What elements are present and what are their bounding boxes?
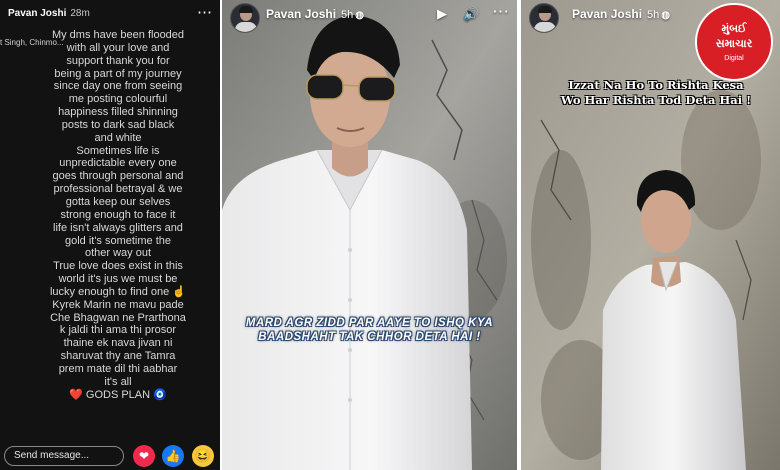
love-reaction-icon[interactable]: ❤ [133, 445, 155, 467]
story-line: with all your love and [66, 41, 170, 54]
photo-story-panel-2: Pavan Joshi 5h ◍ મુંબઈ સમાચાર Digital Izza… [521, 0, 780, 470]
haha-reaction-icon[interactable]: 😆 [192, 445, 214, 467]
story-line: lucky enough to find one ☝️ [49, 285, 186, 298]
story-line: other way out [84, 247, 152, 260]
publisher-logo: મુંબઈ સમાચાર Digital [695, 3, 773, 81]
send-message-input[interactable]: Send message... [4, 446, 124, 466]
story-line: Sometimes life is [76, 144, 160, 157]
story-caption: Izzat Na Ho To Rishta Kesa Wo Har Rishta… [533, 78, 779, 108]
story-line: k jaldi thi ama thi prosor [59, 324, 177, 337]
story-line: professional betrayal & we [53, 183, 183, 196]
story-timestamp: 28m [70, 7, 90, 19]
story-line: thaine ek nava jivan ni [63, 337, 173, 350]
story-line: me posting colourful [68, 93, 168, 106]
username-text[interactable]: Pavan Joshi [572, 7, 642, 21]
volume-icon[interactable]: 🔊 [463, 6, 479, 22]
story-photo-1 [222, 0, 517, 470]
story-line: world it's jus we must be [58, 273, 178, 286]
story-line: ❤️ GODS PLAN 🧿 [69, 388, 167, 401]
caption-line: Izzat Na Ho To Rishta Kesa [568, 78, 744, 92]
story-line: Kyrek Marin ne mavu pade [52, 298, 184, 311]
story-username[interactable]: Pavan Joshi 5h ◍ [572, 7, 670, 21]
avatar[interactable] [529, 3, 559, 33]
story-timestamp: 5h [341, 9, 354, 21]
story-line: Che Bhagwan ne Prarthona [50, 311, 186, 324]
more-dots-icon[interactable]: ⋯ [197, 3, 212, 21]
logo-text-line2: સમાચાર [715, 38, 753, 50]
avatar[interactable] [230, 3, 260, 33]
story-message: My dms have been flooded with all your l… [28, 29, 208, 401]
story-line: life isn't always glitters and [53, 221, 183, 234]
story-line: goes through personal and [52, 170, 184, 183]
story-line: gold it's sometime the [64, 234, 172, 247]
play-icon[interactable]: ▶ [437, 6, 447, 22]
story-line: sharuvat thy ane Tamra [60, 350, 176, 363]
story-line: gotta keep our selves [65, 195, 171, 208]
story-line: support thank you for [66, 54, 170, 67]
reply-bar: Send message... ❤ 👍 😆 [0, 440, 220, 470]
more-dots-icon[interactable]: ⋯ [492, 2, 509, 22]
logo-text-line1: મુંબઈ [721, 23, 747, 35]
globe-icon: ◍ [661, 10, 671, 21]
text-story-panel: Pavan Joshi 28m ⋯ t Singh, Chinmo... My … [0, 0, 220, 470]
story-username[interactable]: Pavan Joshi 5h ◍ [266, 7, 364, 21]
story-line: unpredictable every one [59, 157, 177, 170]
username-text[interactable]: Pavan Joshi [266, 7, 336, 21]
photo-story-panel-1: Pavan Joshi 5h ◍ ▶ 🔊 ⋯ MARD AGR ZIDD PAR A… [222, 0, 517, 470]
story-line: strong enough to face it [60, 208, 176, 221]
story-line: prem mate dil thi aabhar [58, 362, 178, 375]
story-timestamp: 5h [647, 9, 660, 21]
caption-line: Wo Har Rishta Tod Deta Hai ! [560, 93, 752, 107]
story-line: it's all [104, 375, 132, 388]
story-caption: MARD AGR ZIDD PAR AAYE TO ISHQ KYA BAADS… [245, 317, 494, 343]
story-line: happiness filled shinning [58, 106, 178, 119]
story-line: since day one from seeing [53, 80, 183, 93]
logo-text-line3: Digital [724, 55, 744, 62]
story-header: Pavan Joshi 28m [0, 0, 220, 26]
story-line: and white [94, 131, 142, 144]
story-line: posts to dark sad black [61, 118, 175, 131]
like-reaction-icon[interactable]: 👍 [162, 445, 184, 467]
story-line: My dms have been flooded [51, 29, 185, 41]
story-line: True love does exist in this [53, 260, 183, 273]
story-line: being a part of my journey [54, 67, 182, 80]
globe-icon: ◍ [355, 10, 365, 21]
story-username[interactable]: Pavan Joshi [8, 8, 66, 19]
